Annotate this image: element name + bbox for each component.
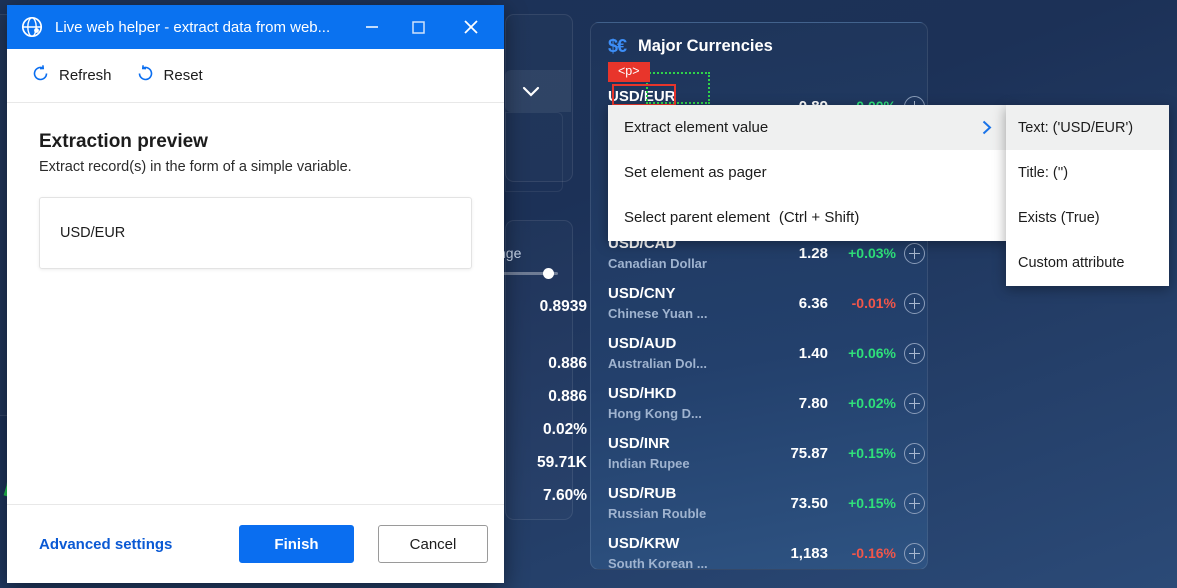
submenu-item-exists[interactable]: Exists (True) xyxy=(1006,195,1169,240)
currency-change: -0.16% xyxy=(838,545,896,561)
stat-value: 0.886 xyxy=(548,355,587,373)
currency-change: -0.01% xyxy=(838,295,896,311)
currency-pair: USD/AUD xyxy=(608,335,676,352)
add-currency-icon[interactable] xyxy=(904,393,925,414)
currency-rate: 7.80 xyxy=(768,395,828,412)
menu-item-select-parent-element[interactable]: Select parent element (Ctrl + Shift) xyxy=(608,195,1008,240)
currency-pair: USD/RUB xyxy=(608,485,676,502)
currency-pair: USD/KRW xyxy=(608,535,679,552)
chevron-right-icon xyxy=(982,120,992,135)
menu-item-label: Select parent element xyxy=(624,209,770,226)
add-currency-icon[interactable] xyxy=(904,493,925,514)
add-currency-icon[interactable] xyxy=(904,243,925,264)
advanced-settings-link[interactable]: Advanced settings xyxy=(39,536,172,553)
submenu-item-text[interactable]: Text: ('USD/EUR') xyxy=(1006,105,1169,150)
menu-item-label: Set element as pager xyxy=(624,164,767,181)
currency-row[interactable]: USD/HKD Hong Kong D... 7.80 +0.02% xyxy=(608,382,908,432)
currency-rate: 1.40 xyxy=(768,345,828,362)
currency-row[interactable]: USD/AUD Australian Dol... 1.40 +0.06% xyxy=(608,332,908,382)
stat-value: 7.60% xyxy=(543,487,587,505)
currency-change: +0.15% xyxy=(838,495,896,511)
currency-rate: 73.50 xyxy=(768,495,828,512)
submenu-item-custom-attribute[interactable]: Custom attribute xyxy=(1006,240,1169,285)
reset-label: Reset xyxy=(164,67,203,84)
refresh-icon xyxy=(31,64,50,88)
currency-rate: 6.36 xyxy=(768,295,828,312)
day-range-slider-knob[interactable] xyxy=(543,268,554,279)
refresh-label: Refresh xyxy=(59,67,112,84)
currency-rate: 75.87 xyxy=(768,445,828,462)
refresh-button[interactable]: Refresh xyxy=(31,64,112,88)
extraction-preview-subtext: Extract record(s) in the form of a simpl… xyxy=(39,159,472,175)
currency-name: Hong Kong D... xyxy=(608,406,702,421)
stat-value: 0.8939 xyxy=(540,298,587,316)
dialog-title: Live web helper - extract data from web.… xyxy=(55,19,330,36)
currency-name: Canadian Dollar xyxy=(608,256,707,271)
chevron-down-icon xyxy=(520,84,542,98)
submenu-item-label: Title: ('') xyxy=(1018,165,1068,181)
live-web-helper-dialog: Live web helper - extract data from web.… xyxy=(7,5,504,583)
maximize-button[interactable] xyxy=(395,5,441,49)
currency-change: +0.06% xyxy=(838,345,896,361)
currency-name: Indian Rupee xyxy=(608,456,690,471)
currency-change: +0.02% xyxy=(838,395,896,411)
extraction-preview-box: USD/EUR xyxy=(39,197,472,269)
currency-row[interactable]: USD/INR Indian Rupee 75.87 +0.15% xyxy=(608,432,908,482)
panel-title: Major Currencies xyxy=(638,37,773,56)
globe-icon xyxy=(21,16,43,38)
currency-row[interactable]: USD/KRW South Korean ... 1,183 -0.16% xyxy=(608,532,908,582)
currency-change: +0.15% xyxy=(838,445,896,461)
menu-item-shortcut: (Ctrl + Shift) xyxy=(779,209,859,226)
submenu-item-label: Custom attribute xyxy=(1018,255,1124,271)
extract-value-submenu: Text: ('USD/EUR') Title: ('') Exists (Tr… xyxy=(1006,105,1169,286)
dialog-title-bar: Live web helper - extract data from web.… xyxy=(7,5,504,49)
currency-pair: USD/INR xyxy=(608,435,670,452)
menu-item-set-element-as-pager[interactable]: Set element as pager xyxy=(608,150,1008,195)
submenu-item-label: Exists (True) xyxy=(1018,210,1100,226)
dialog-body: Extraction preview Extract record(s) in … xyxy=(7,103,504,269)
currency-row[interactable]: USD/RUB Russian Rouble 73.50 +0.15% xyxy=(608,482,908,532)
extraction-preview-value: USD/EUR xyxy=(60,225,125,241)
currency-change: +0.03% xyxy=(838,245,896,261)
extraction-preview-heading: Extraction preview xyxy=(39,131,472,153)
submenu-item-label: Text: ('USD/EUR') xyxy=(1018,120,1133,136)
stat-value: 59.71K xyxy=(537,454,587,472)
cancel-button[interactable]: Cancel xyxy=(378,525,488,563)
currency-icon: $€ xyxy=(608,36,626,57)
menu-item-label: Extract element value xyxy=(624,119,768,136)
dialog-footer: Advanced settings Finish Cancel xyxy=(7,504,504,583)
reset-icon xyxy=(136,64,155,88)
currency-name: Australian Dol... xyxy=(608,356,707,371)
currency-name: Russian Rouble xyxy=(608,506,706,521)
dialog-toolbar: Refresh Reset xyxy=(7,49,504,103)
currency-rate: 1.28 xyxy=(768,245,828,262)
currency-name: Chinese Yuan ... xyxy=(608,306,707,321)
currency-pair: USD/CNY xyxy=(608,285,676,302)
major-currencies-header: $€ Major Currencies xyxy=(608,36,773,57)
add-currency-icon[interactable] xyxy=(904,293,925,314)
currency-row[interactable]: USD/CNY Chinese Yuan ... 6.36 -0.01% xyxy=(608,282,908,332)
element-selection-outline xyxy=(612,84,676,106)
context-menu: Extract element value Set element as pag… xyxy=(608,105,1008,241)
finish-button[interactable]: Finish xyxy=(239,525,354,563)
currency-name: South Korean ... xyxy=(608,556,708,571)
currency-pair: USD/HKD xyxy=(608,385,676,402)
add-currency-icon[interactable] xyxy=(904,543,925,564)
submenu-item-title[interactable]: Title: ('') xyxy=(1006,150,1169,195)
minimize-button[interactable] xyxy=(349,5,395,49)
close-button[interactable] xyxy=(448,5,494,49)
currency-rate: 1,183 xyxy=(768,545,828,562)
element-tag-badge: <p> xyxy=(608,62,650,82)
reset-button[interactable]: Reset xyxy=(136,64,203,88)
add-currency-icon[interactable] xyxy=(904,343,925,364)
add-currency-icon[interactable] xyxy=(904,443,925,464)
menu-item-extract-element-value[interactable]: Extract element value xyxy=(608,105,1008,150)
background-inner-box xyxy=(505,112,563,192)
stat-value: 0.886 xyxy=(548,388,587,406)
stat-value: 0.02% xyxy=(543,421,587,439)
